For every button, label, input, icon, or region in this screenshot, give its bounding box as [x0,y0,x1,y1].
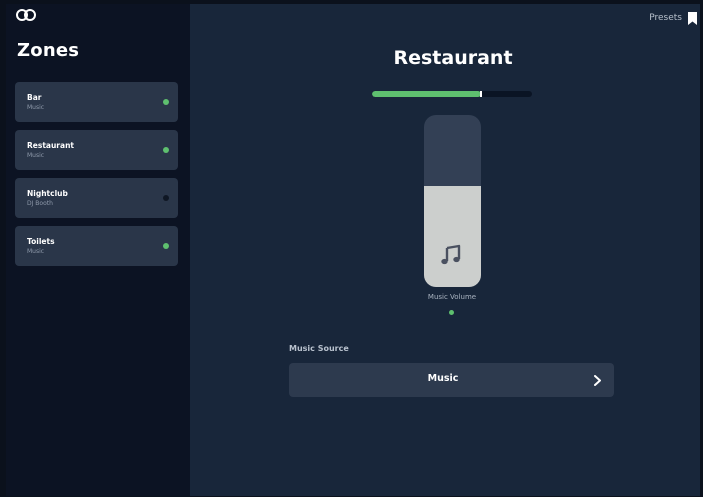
zone-name: Toilets [27,237,55,246]
zone-source: Music [27,152,45,159]
zones-sidebar: Zones Bar Music Restaurant Music Nightcl… [6,4,190,496]
zone-item-nightclub[interactable]: Nightclub DJ Booth [15,178,178,218]
zone-name: Nightclub [27,189,68,198]
zone-source: Music [27,248,45,255]
zone-status-dot [163,147,169,153]
zone-status-dot [163,195,169,201]
presets-button[interactable]: Presets [649,13,682,23]
zone-item-toilets[interactable]: Toilets Music [15,226,178,266]
zone-source: DJ Booth [27,200,53,207]
chevron-right-icon [594,375,601,386]
volume-status-dot [449,310,454,315]
audio-level-fill [372,91,481,97]
volume-fill [424,185,481,287]
infinity-logo-icon [16,9,36,21]
music-source-select[interactable]: Music [289,363,614,397]
app-window: Zones Bar Music Restaurant Music Nightcl… [6,4,700,496]
zones-title: Zones [17,40,80,61]
zone-status-dot [163,99,169,105]
zone-source: Music [27,104,45,111]
zone-item-bar[interactable]: Bar Music [15,82,178,122]
bookmark-icon[interactable] [688,12,697,25]
zone-name: Restaurant [27,141,74,150]
zone-title: Restaurant [393,47,513,69]
zone-item-restaurant[interactable]: Restaurant Music [15,130,178,170]
zone-name: Bar [27,93,42,102]
music-volume-label: Music Volume [427,293,477,301]
zone-status-dot [163,243,169,249]
music-note-icon [441,244,461,265]
audio-level-meter [372,91,532,97]
audio-level-peak [479,91,482,97]
music-source-label: Music Source [289,344,349,353]
music-source-value: Music [427,373,459,384]
